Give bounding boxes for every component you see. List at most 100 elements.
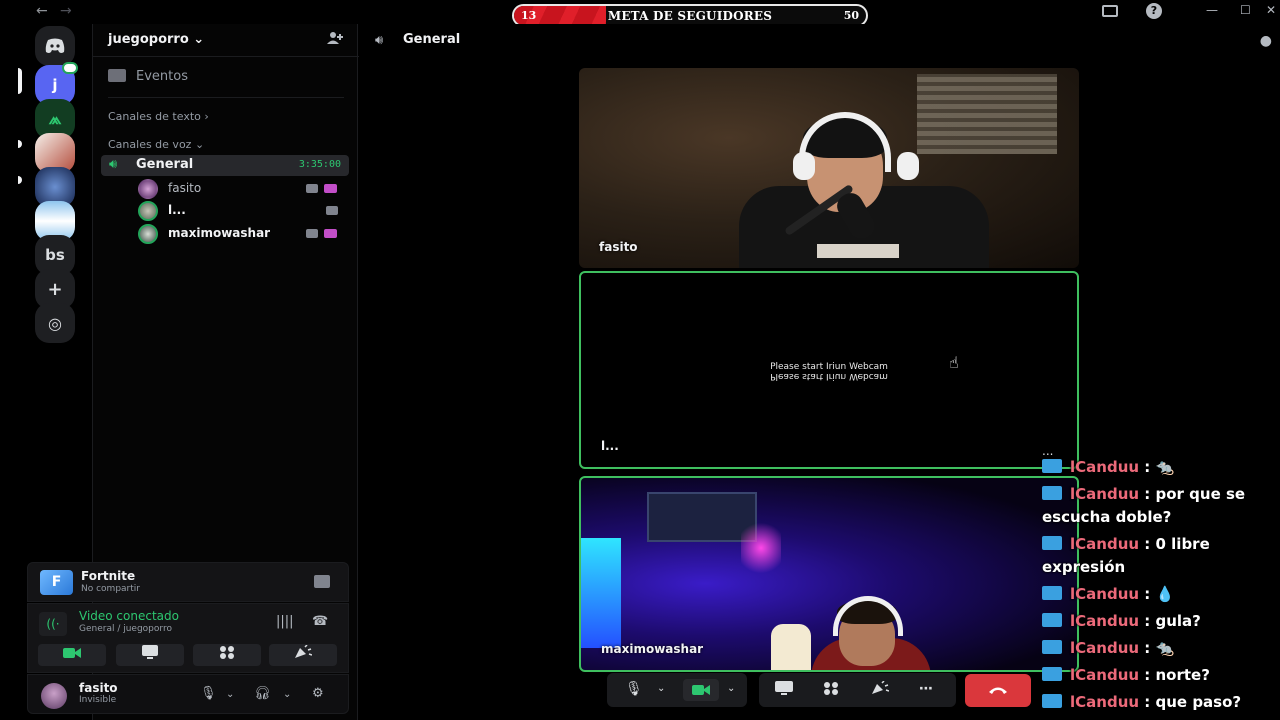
voice-member-name: maximowashar — [168, 226, 271, 240]
live-stream-icon — [324, 229, 337, 238]
speaker-icon: 🔊︎ — [109, 157, 118, 172]
camera-icon — [306, 229, 318, 238]
chevron-down-icon: ⌄ — [194, 138, 205, 151]
maximize-button[interactable]: ☐ — [1240, 3, 1251, 17]
microphone-icon[interactable]: 🎙︎ — [200, 686, 217, 701]
chat-username: lCanduu — [1070, 485, 1140, 503]
voice-status-title[interactable]: Video conectado — [79, 609, 179, 623]
call-controls-av: 🎙︎ ⌄ ⌄ — [607, 673, 747, 707]
chat-username: lCanduu — [1070, 535, 1140, 553]
live-badge-icon — [62, 62, 78, 74]
user-name[interactable]: fasito — [79, 681, 118, 695]
server-juegoporro-label: j — [52, 76, 58, 94]
tree-icon: ⩕ — [48, 109, 62, 128]
avatar — [138, 179, 158, 199]
chat-badge-icon — [1042, 640, 1062, 654]
selected-server-pill — [18, 68, 22, 94]
headphones-icon[interactable]: 🎧︎ — [254, 686, 271, 701]
chevron-down-icon[interactable]: ⌄ — [657, 683, 665, 694]
chat-text: : 🐀 — [1144, 458, 1175, 476]
soundboard-button[interactable] — [269, 644, 337, 666]
chat-username: lCanduu — [1070, 693, 1140, 711]
share-screen-icon[interactable] — [314, 575, 330, 588]
camera-icon — [326, 206, 338, 215]
screen-share-button[interactable] — [116, 644, 184, 666]
chat-text: : 💧 — [1144, 585, 1175, 603]
microphone-icon[interactable]: 🎙︎ — [625, 681, 643, 697]
voice-member-name: fasito — [168, 181, 202, 195]
voice-member[interactable]: maximowashar — [138, 224, 344, 244]
voice-status-subtitle[interactable]: General / juegoporro — [79, 624, 172, 634]
camera-button[interactable] — [38, 644, 106, 666]
voice-connection-panel: ((· Video conectado General / juegoporro… — [27, 603, 349, 673]
back-arrow-icon[interactable]: ← — [36, 3, 48, 19]
chevron-down-icon[interactable]: ⌄ — [727, 683, 735, 694]
category-text-channels[interactable]: Canales de texto › — [108, 110, 209, 123]
shirt-print — [817, 244, 899, 258]
avatar[interactable] — [41, 683, 67, 709]
camera-icon — [306, 184, 318, 193]
voice-member[interactable]: l... — [138, 201, 344, 221]
chat-message: lCanduu : 🐀 — [1042, 637, 1280, 660]
video-tile-fasito[interactable]: fasito — [579, 68, 1079, 268]
inbox-icon[interactable] — [1102, 5, 1118, 17]
voice-member[interactable]: fasito — [138, 179, 344, 199]
calendar-icon — [108, 69, 126, 82]
disconnect-button[interactable] — [965, 674, 1031, 707]
video-tile-maximowashar[interactable]: maximowashar — [579, 476, 1079, 672]
more-icon[interactable]: ⋯ — [919, 681, 933, 697]
earcup-right — [897, 152, 919, 180]
signal-icon: ((· — [39, 612, 67, 636]
call-controls-extra: ⋯ — [759, 673, 956, 707]
headphones-graphic — [833, 596, 903, 636]
webcam-message-reflection: Please start Iriun Webcam — [770, 371, 888, 381]
noise-suppression-icon[interactable]: |||| — [276, 614, 294, 629]
goal-title: META DE SEGUIDORES — [607, 9, 773, 23]
chat-badge-icon — [1042, 536, 1062, 550]
screen-share-icon[interactable] — [775, 681, 793, 699]
forward-arrow-icon[interactable]: → — [60, 3, 72, 19]
chevron-down-icon[interactable]: ⌄ — [283, 689, 291, 700]
discover-label: ◎ — [48, 313, 62, 333]
help-icon[interactable]: ? — [1146, 3, 1162, 19]
soundboard-icon[interactable] — [871, 680, 890, 699]
close-button[interactable]: ✕ — [1266, 3, 1276, 17]
chevron-down-icon: ⌄ — [193, 32, 205, 47]
chat-badge-icon — [1042, 667, 1062, 681]
tile-label: fasito — [599, 240, 638, 254]
chat-message: lCanduu : norte? — [1042, 664, 1280, 687]
chat-bubble-icon[interactable]: ● — [1260, 33, 1272, 49]
chevron-down-icon[interactable]: ⌄ — [226, 689, 234, 700]
user-status: Invisible — [79, 695, 117, 705]
category-label: Canales de texto — [108, 110, 201, 123]
camera-toggle-button[interactable] — [683, 679, 719, 701]
minimize-button[interactable]: — — [1206, 3, 1218, 17]
avatar — [138, 201, 158, 221]
events-link[interactable]: Eventos — [108, 69, 188, 84]
hand-cursor-icon: ☝ — [949, 353, 959, 372]
discord-home-icon[interactable] — [35, 26, 75, 66]
header-divider — [93, 56, 359, 57]
user-panel: fasito Invisible 🎙︎ ⌄ 🎧︎ ⌄ ⚙ — [27, 674, 349, 714]
activity-panel: F Fortnite No compartir — [27, 562, 349, 602]
activities-button[interactable] — [193, 644, 261, 666]
activity-title: Fortnite — [81, 569, 136, 583]
live-stream-icon — [324, 184, 337, 193]
activities-icon[interactable] — [823, 681, 839, 699]
chat-username: lCanduu — [1070, 458, 1140, 476]
chat-badge-icon — [1042, 694, 1062, 708]
disconnect-icon[interactable]: ☎ — [312, 614, 328, 629]
light-strip-graphic — [581, 538, 621, 648]
chat-message: lCanduu : gula? — [1042, 610, 1280, 633]
video-tile-l[interactable]: Please start Iriun Webcam Please start I… — [579, 271, 1079, 469]
voice-member-name: l... — [168, 203, 186, 217]
invite-people-icon[interactable] — [327, 31, 343, 49]
category-voice-channels[interactable]: Canales de voz ⌄ — [108, 138, 204, 151]
fortnite-icon: F — [40, 570, 73, 595]
unread-pill — [18, 140, 22, 148]
chat-message: lCanduu : que paso? — [1042, 691, 1280, 714]
gear-icon[interactable]: ⚙ — [312, 686, 324, 701]
voice-channel-general[interactable]: 🔊︎ General 3:35:00 — [101, 155, 349, 176]
guild-header[interactable]: juegoporro ⌄ — [108, 32, 204, 47]
discover-icon[interactable]: ◎ — [35, 303, 75, 343]
